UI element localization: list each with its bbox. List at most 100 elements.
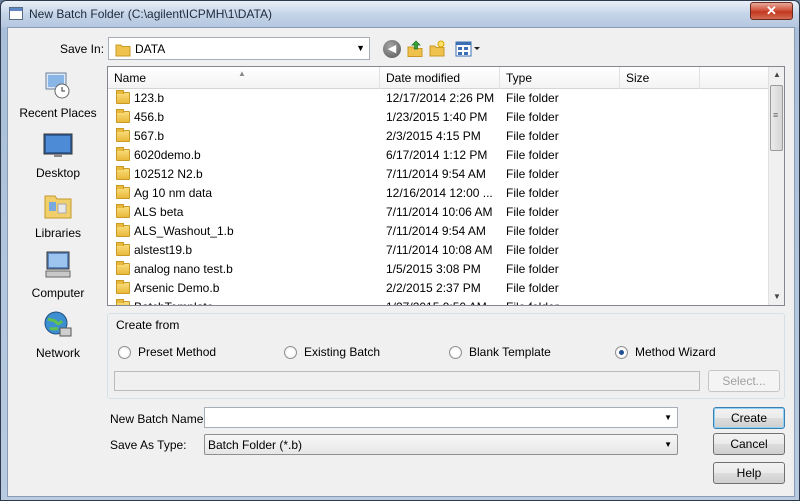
place-desktop[interactable]: Desktop [10,128,106,186]
folder-icon [116,204,130,218]
file-name: alstest19.b [134,243,193,257]
batch-name-label: New Batch Name: [110,412,207,426]
table-row[interactable]: 102512 N2.b 7/11/2014 9:54 AM File folder [108,165,770,184]
batch-name-combobox[interactable]: ▼ [204,407,678,428]
sort-ascending-icon: ▲ [238,69,246,78]
up-folder-icon[interactable] [406,40,424,58]
scroll-up-icon[interactable]: ▲ [769,67,784,83]
file-name: 456.b [134,110,165,124]
network-icon [44,311,72,337]
create-from-legend: Create from [116,318,180,332]
place-libraries[interactable]: Libraries [10,188,106,246]
file-name: 102512 N2.b [134,167,203,181]
place-recent-places[interactable]: Recent Places [10,68,106,126]
file-size [626,279,696,298]
file-date-modified: 1/5/2015 3:08 PM [386,262,481,276]
file-date-modified: 7/11/2014 9:54 AM [386,224,486,238]
file-type: File folder [506,91,559,105]
place-network[interactable]: Network [10,308,106,366]
place-label: Libraries [34,226,82,240]
help-button[interactable]: Help [713,462,785,484]
file-date-modified: 1/23/2015 1:40 PM [386,110,488,124]
file-name: Arsenic Demo.b [134,281,220,295]
file-date-modified: 12/17/2014 2:26 PM [386,91,495,105]
create-button[interactable]: Create [713,407,785,429]
vertical-scrollbar[interactable]: ▲ ▼ [768,67,784,305]
file-date-modified: 7/11/2014 10:08 AM [386,243,493,257]
new-folder-icon[interactable] [428,40,446,58]
file-size [626,146,696,165]
desktop-icon [43,133,73,157]
file-type: File folder [506,298,618,305]
file-type: File folder [506,129,559,143]
folder-icon [116,166,130,180]
folder-icon [116,280,130,294]
chevron-down-icon[interactable]: ▼ [664,413,672,422]
radio-label: Blank Template [469,345,551,359]
column-name[interactable]: Name ▲ [108,67,380,89]
column-type[interactable]: Type [500,67,620,89]
folder-icon [116,109,130,123]
column-date-modified[interactable]: Date modified [380,67,500,89]
file-type: File folder [506,167,559,181]
table-row[interactable]: 567.b 2/3/2015 4:15 PM File folder [108,127,770,146]
table-row[interactable]: Arsenic Demo.b 2/2/2015 2:37 PM File folde… [108,279,770,298]
folder-icon [116,185,130,199]
table-row[interactable]: 123.b 12/17/2014 2:26 PM File folder [108,89,770,108]
save-in-combobox[interactable]: DATA ▼ [108,37,370,60]
close-button[interactable]: ✕ [750,2,793,20]
file-name: 123.b [134,91,165,105]
title-bar[interactable]: New Batch Folder (C:\agilent\ICPMH\1\DAT… [1,1,799,27]
save-in-label: Save In: [60,42,105,56]
file-name: ALS_Washout_1.b [134,224,234,238]
table-row[interactable]: BatchTemplate 1/27/2015 9:50 AM File folde… [108,298,770,305]
table-row[interactable]: Ag 10 nm data 12/16/2014 12:00 ... File fo… [108,184,770,203]
place-label: Network [35,346,80,360]
file-date-modified: 2/3/2015 4:15 PM [386,129,481,143]
table-row[interactable]: 6020demo.b 6/17/2014 1:12 PM File folder [108,146,770,165]
file-size [626,184,696,203]
cancel-button[interactable]: Cancel [713,433,785,455]
file-size [626,222,696,241]
places-bar: Recent Places Desktop Libraries Computer… [10,68,106,493]
source-path-field[interactable] [114,371,700,391]
views-menu-icon[interactable] [454,40,482,58]
file-date-modified: 2/2/2015 2:37 PM [386,281,481,295]
place-computer[interactable]: Computer [10,248,106,306]
folder-icon [116,223,130,237]
folder-icon [116,147,130,161]
scroll-thumb[interactable] [770,85,783,151]
place-label: Computer [31,286,85,300]
radio-label: Existing Batch [304,345,381,359]
file-size [626,260,696,279]
file-date-modified: 7/11/2014 9:54 AM [386,167,486,181]
new-batch-folder-dialog: New Batch Folder (C:\agilent\ICPMH\1\DAT… [0,0,800,501]
table-row[interactable]: 456.b 1/23/2015 1:40 PM File folder [108,108,770,127]
chevron-down-icon: ▼ [356,43,365,53]
save-as-type-label: Save As Type: [110,438,187,452]
save-as-type-select[interactable]: Batch Folder (*.b) ▼ [204,434,678,455]
file-list[interactable]: Name ▲ Date modified Type Size 123.b 12/1… [107,66,785,306]
folder-icon [116,299,130,305]
table-row[interactable]: ALS beta 7/11/2014 10:06 AM File folder [108,203,770,222]
column-size[interactable]: Size [620,67,700,89]
save-in-value: DATA [135,42,166,56]
file-size [626,203,696,222]
file-date-modified: 7/11/2014 10:06 AM [386,205,493,219]
table-row[interactable]: alstest19.b 7/11/2014 10:08 AM File folder [108,241,770,260]
file-name: analog nano test.b [134,262,233,276]
file-date-modified: 12/16/2014 12:00 ... [386,186,493,200]
file-name: Ag 10 nm data [134,186,213,200]
file-size [626,127,696,146]
back-icon[interactable]: ◀ [383,40,401,58]
file-type: File folder [506,186,559,200]
scroll-down-icon[interactable]: ▼ [769,289,784,305]
table-row[interactable]: ALS_Washout_1.b 7/11/2014 9:54 AM File fol… [108,222,770,241]
file-date-modified: 6/17/2014 1:12 PM [386,148,488,162]
table-row[interactable]: analog nano test.b 1/5/2015 3:08 PM File f… [108,260,770,279]
folder-icon [116,128,130,142]
chevron-down-icon[interactable]: ▼ [664,440,672,449]
place-label: Desktop [35,166,81,180]
select-button[interactable]: Select... [708,370,780,392]
dialog-body: Save In: DATA ▼ ◀ Recent Places Desktop … [7,27,795,497]
